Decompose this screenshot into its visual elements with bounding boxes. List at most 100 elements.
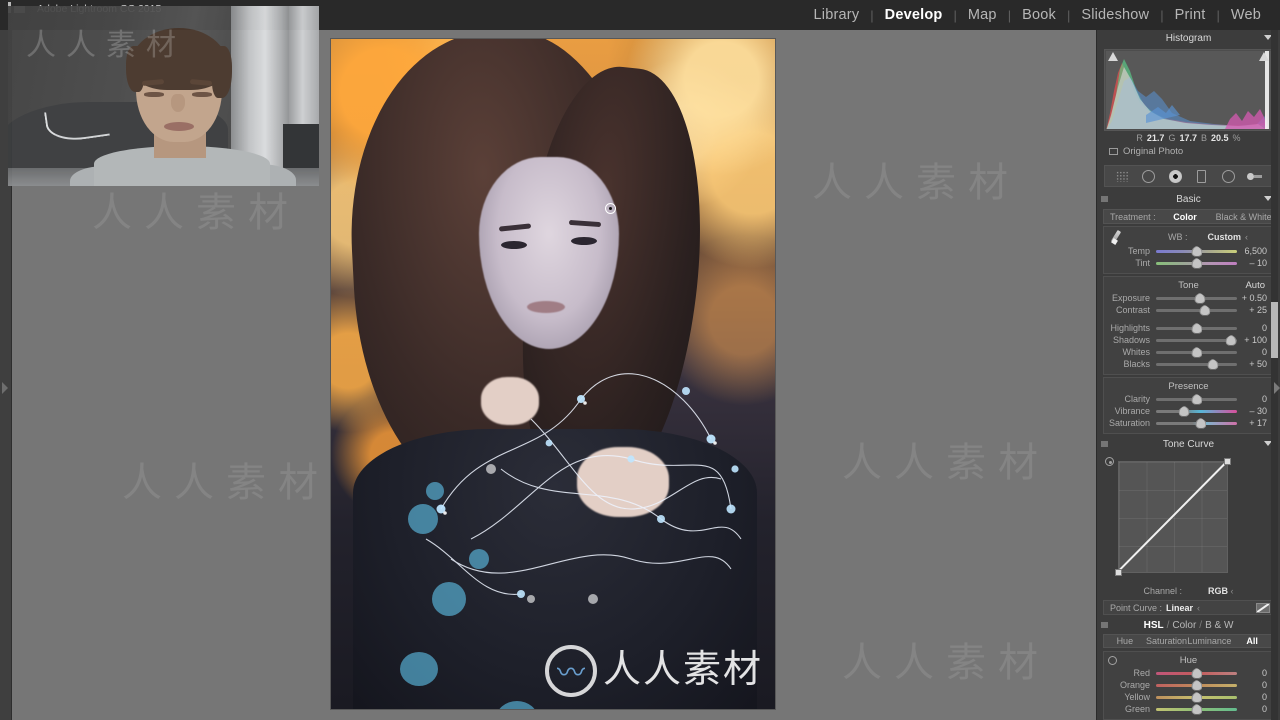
whites-slider[interactable]	[1156, 346, 1237, 358]
exposure-slider-knob[interactable]	[1194, 292, 1206, 304]
basic-panel-header[interactable]: Basic	[1097, 191, 1280, 207]
vibrance-slider-knob[interactable]	[1178, 405, 1190, 417]
radial-filter-tool-icon[interactable]	[1220, 168, 1237, 185]
slider-row-blacks[interactable]: Blacks + 50	[1104, 358, 1273, 370]
slider-row-tint[interactable]: Tint – 10	[1104, 257, 1273, 269]
point-curve-value[interactable]: Linear	[1166, 603, 1193, 613]
slider-row-shadows[interactable]: Shadows + 100	[1104, 334, 1273, 346]
tone-curve-area[interactable]	[1104, 456, 1273, 584]
contrast-slider-knob[interactable]	[1199, 304, 1211, 316]
tint-slider-knob[interactable]	[1191, 257, 1202, 269]
slider-row-vibrance[interactable]: Vibrance – 30	[1104, 405, 1273, 417]
targeted-adjustment-tool-icon[interactable]	[1105, 457, 1114, 466]
wb-value[interactable]: Custom	[1208, 232, 1242, 242]
channel-value[interactable]: RGB	[1208, 586, 1228, 596]
slider-row-whites[interactable]: Whites 0	[1104, 346, 1273, 358]
auto-tone-button[interactable]: Auto	[1245, 280, 1265, 291]
color-title[interactable]: Color	[1172, 620, 1196, 631]
tab-all[interactable]: All	[1231, 636, 1273, 646]
hue-orange-slider-knob[interactable]	[1191, 679, 1202, 691]
right-panel-scrollbar-track[interactable]	[1271, 30, 1278, 720]
module-web[interactable]: Web	[1220, 7, 1272, 23]
crop-overlay-tool-icon[interactable]	[1114, 168, 1131, 185]
temp-slider-knob[interactable]	[1191, 245, 1202, 257]
saturation-slider-knob[interactable]	[1195, 417, 1207, 429]
tab-luminance[interactable]: Luminance	[1187, 636, 1231, 646]
collapse-right-panel-arrow-icon[interactable]	[1274, 382, 1280, 394]
hue-red-slider[interactable]	[1156, 667, 1237, 679]
panel-toggle-icon[interactable]	[1101, 196, 1108, 202]
edit-point-curve-icon[interactable]	[1256, 603, 1270, 613]
webcam-overlay[interactable]: 人人素材	[8, 6, 319, 186]
shadows-slider[interactable]	[1156, 334, 1237, 346]
shadows-slider-knob[interactable]	[1225, 334, 1237, 346]
clarity-slider[interactable]	[1156, 393, 1237, 405]
tone-curve-point-black[interactable]	[1115, 569, 1122, 576]
tone-curve-panel-header[interactable]: Tone Curve	[1097, 436, 1280, 452]
adjustment-brush-tool-icon[interactable]	[1246, 168, 1263, 185]
slider-row-contrast[interactable]: Contrast + 25	[1104, 304, 1273, 316]
treatment-bw-option[interactable]: Black & White	[1214, 212, 1273, 222]
panel-toggle-icon[interactable]	[1101, 622, 1108, 628]
contrast-slider[interactable]	[1156, 304, 1237, 316]
whites-slider-knob[interactable]	[1191, 346, 1202, 358]
hue-green-slider-knob[interactable]	[1191, 703, 1202, 715]
targeted-adjustment-tool-icon[interactable]	[1108, 656, 1117, 665]
slider-row-hue-red[interactable]: Red 0	[1104, 667, 1273, 679]
checkbox-icon[interactable]	[1109, 148, 1118, 155]
highlights-slider-knob[interactable]	[1191, 322, 1202, 334]
temp-slider[interactable]	[1156, 245, 1237, 257]
hue-yellow-slider-knob[interactable]	[1191, 691, 1202, 703]
vibrance-slider[interactable]	[1156, 405, 1237, 417]
saturation-slider[interactable]	[1156, 417, 1237, 429]
tint-slider[interactable]	[1156, 257, 1237, 269]
slider-row-clarity[interactable]: Clarity 0	[1104, 393, 1273, 405]
spot-removal-tool-icon[interactable]	[1140, 168, 1157, 185]
highlight-clipping-indicator-icon[interactable]	[1259, 52, 1269, 61]
hsl-panel-header[interactable]: HSL / Color / B & W	[1097, 617, 1280, 633]
tab-hue[interactable]: Hue	[1104, 636, 1146, 646]
tab-saturation[interactable]: Saturation	[1146, 636, 1188, 646]
slider-row-hue-orange[interactable]: Orange 0	[1104, 679, 1273, 691]
hue-orange-slider[interactable]	[1156, 679, 1237, 691]
bw-title[interactable]: B & W	[1205, 620, 1233, 631]
white-balance-selector-icon[interactable]	[1110, 229, 1132, 245]
hue-yellow-slider[interactable]	[1156, 691, 1237, 703]
clarity-slider-knob[interactable]	[1191, 393, 1202, 405]
hsl-title[interactable]: HSL	[1144, 620, 1164, 631]
blacks-slider[interactable]	[1156, 358, 1237, 370]
histogram-graph[interactable]	[1104, 49, 1273, 131]
slider-row-exposure[interactable]: Exposure + 0.50	[1104, 292, 1273, 304]
graduated-filter-tool-icon[interactable]	[1193, 168, 1210, 185]
red-eye-tool-icon[interactable]	[1167, 168, 1184, 185]
slider-row-hue-yellow[interactable]: Yellow 0	[1104, 691, 1273, 703]
tone-curve-graph[interactable]	[1115, 458, 1231, 576]
tone-curve-point-white[interactable]	[1224, 458, 1231, 465]
slider-row-temp[interactable]: Temp 6,500	[1104, 245, 1273, 257]
module-develop[interactable]: Develop	[874, 7, 954, 23]
blacks-slider-knob[interactable]	[1207, 358, 1219, 370]
module-print[interactable]: Print	[1164, 7, 1217, 23]
right-panel-scrollbar-thumb[interactable]	[1271, 302, 1278, 358]
chevron-icon[interactable]: ‹	[1245, 232, 1248, 242]
chevron-icon[interactable]: ‹	[1231, 586, 1234, 596]
chevron-icon[interactable]: ‹	[1197, 603, 1200, 613]
module-book[interactable]: Book	[1011, 7, 1067, 23]
module-slideshow[interactable]: Slideshow	[1070, 7, 1160, 23]
slider-row-hue-green[interactable]: Green 0	[1104, 703, 1273, 715]
exposure-slider[interactable]	[1156, 292, 1237, 304]
histogram-panel-header[interactable]: Histogram	[1097, 30, 1280, 46]
expand-left-panel-arrow-icon[interactable]	[2, 382, 8, 394]
original-photo-toggle[interactable]: Original Photo	[1097, 145, 1280, 161]
module-map[interactable]: Map	[957, 7, 1008, 23]
slider-row-saturation[interactable]: Saturation + 17	[1104, 417, 1273, 429]
shadow-clipping-indicator-icon[interactable]	[1108, 52, 1118, 61]
slider-row-highlights[interactable]: Highlights 0	[1104, 322, 1273, 334]
hue-green-slider[interactable]	[1156, 703, 1237, 715]
module-library[interactable]: Library	[803, 7, 871, 23]
develop-photo-preview[interactable]: 〰 人人素材	[331, 39, 775, 709]
highlights-slider[interactable]	[1156, 322, 1237, 334]
hue-red-slider-knob[interactable]	[1191, 667, 1202, 679]
treatment-color-option[interactable]: Color	[1156, 212, 1215, 222]
panel-toggle-icon[interactable]	[1101, 441, 1108, 447]
